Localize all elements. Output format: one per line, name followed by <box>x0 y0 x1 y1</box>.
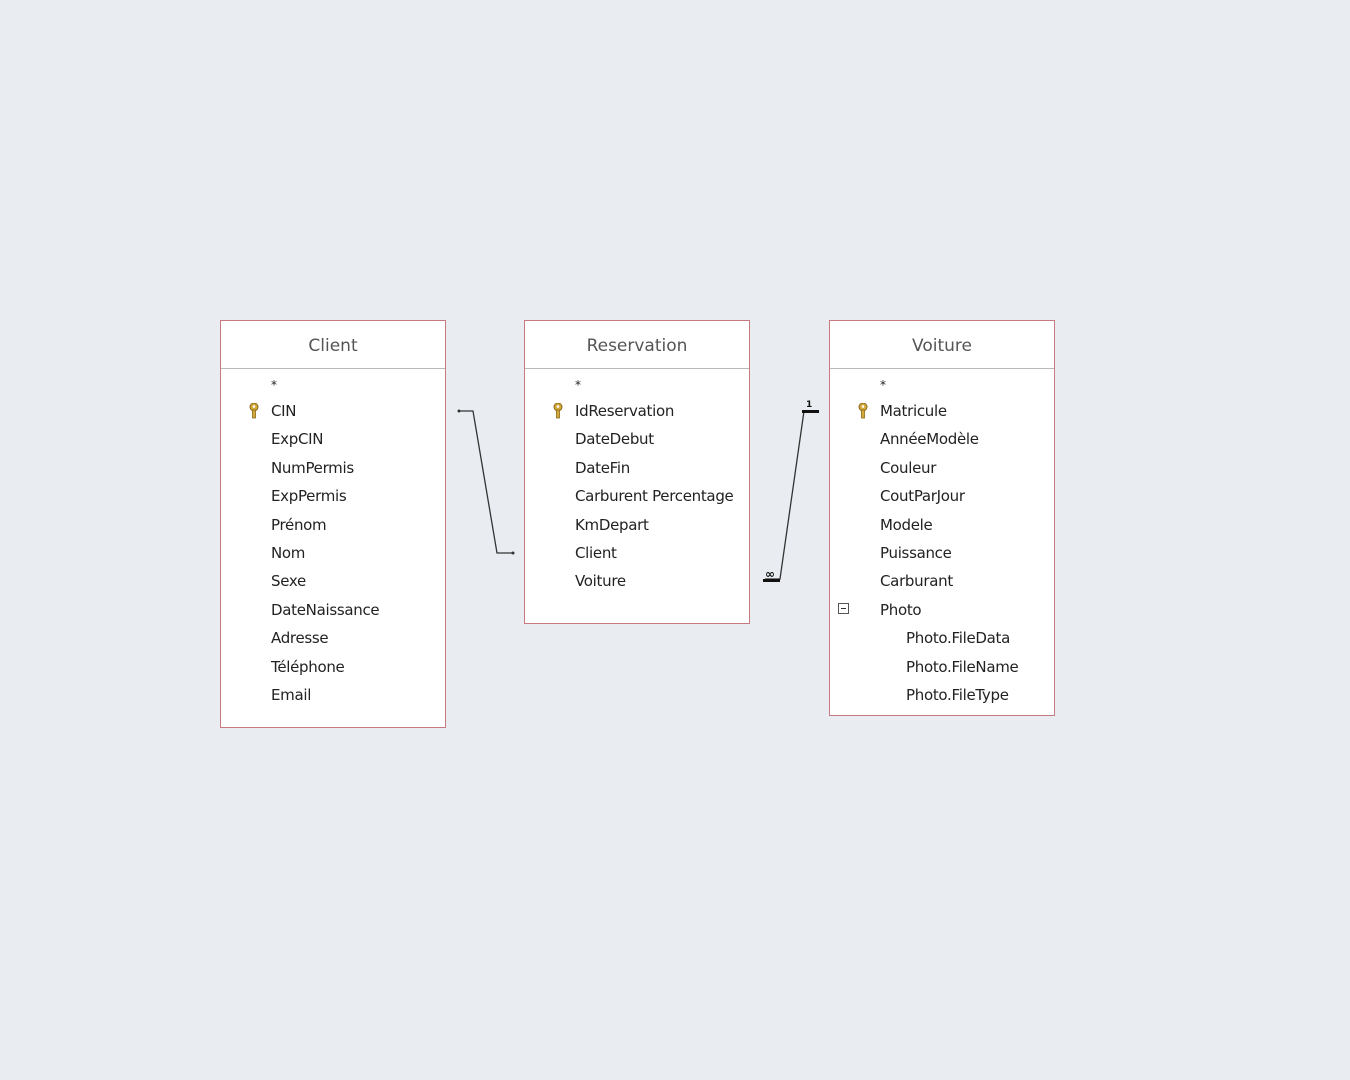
one-marker <box>802 410 819 413</box>
relationship-voiture-reservation[interactable] <box>765 410 819 580</box>
one-label: 1 <box>806 400 812 410</box>
relationship-lines: 1 ∞ <box>457 400 819 582</box>
relationship-end-dot <box>457 409 461 413</box>
many-label: ∞ <box>765 567 775 581</box>
relationship-client-reservation[interactable] <box>459 410 513 554</box>
relationship-end-dot <box>511 551 515 555</box>
